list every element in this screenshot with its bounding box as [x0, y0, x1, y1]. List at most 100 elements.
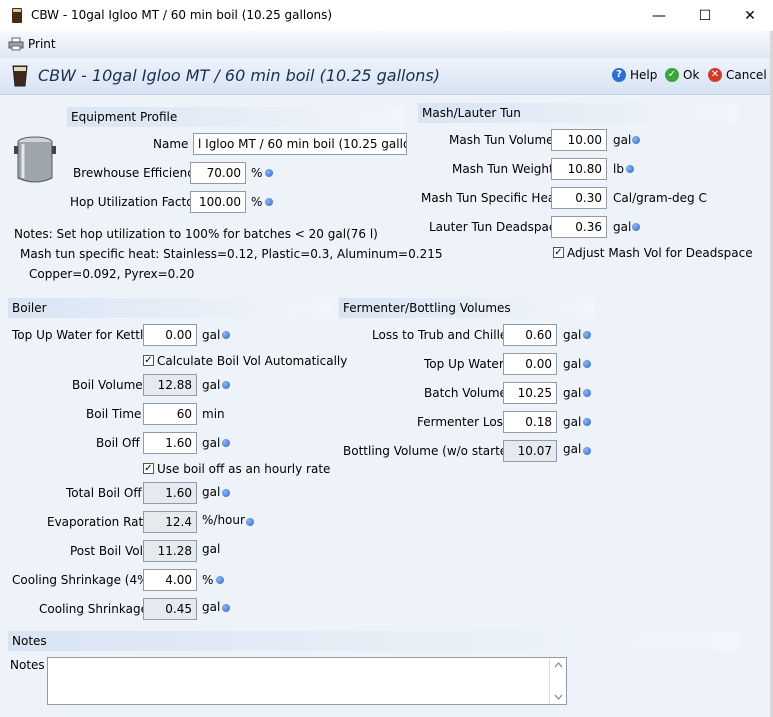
mash-tun-heat-label: Mash Tun Specific Heat [421, 191, 560, 205]
mash-tun-weight-label: Mash Tun Weight [452, 162, 554, 176]
evaporation-rate-input[interactable]: 12.4 [143, 511, 197, 533]
calc-boil-vol-checkbox[interactable]: ✓ [143, 355, 154, 366]
bottling-info-icon[interactable] [583, 447, 591, 455]
dialog-title: CBW - 10gal Igloo MT / 60 min boil (10.2… [38, 66, 441, 85]
help-button[interactable]: ? Help [612, 68, 657, 82]
mash-tun-volume-label: Mash Tun Volume [449, 133, 554, 147]
cancel-button[interactable]: ✕ Cancel [708, 68, 767, 82]
notes-heat-text: Mash tun specific heat: Stainless=0.12, … [20, 247, 443, 261]
beer-glass-icon [12, 8, 22, 23]
boil-volume-input[interactable]: 12.88 [143, 374, 197, 396]
cooling-shrinkage-label: Cooling Shrinkage [39, 602, 148, 616]
trub-info-icon[interactable] [583, 331, 591, 339]
evaporation-rate-unit: %/hour [202, 513, 245, 527]
topup-kettle-label: Top Up Water for Kettle [12, 328, 151, 342]
notes-header: Notes [8, 631, 740, 651]
mash-tun-heat-unit: Cal/gram-deg C [613, 191, 707, 205]
mash-tun-weight-input[interactable]: 10.80 [551, 158, 607, 180]
efficiency-info-icon[interactable] [265, 169, 273, 177]
close-button[interactable]: ✕ [727, 5, 773, 27]
lauter-deadspace-label: Lauter Tun Deadspace [429, 220, 563, 234]
post-boil-vol-unit: gal [202, 542, 221, 556]
notes-textarea[interactable] [47, 657, 567, 705]
trub-loss-input[interactable]: 0.60 [503, 324, 557, 346]
bottling-volume-input[interactable]: 10.07 [503, 440, 557, 462]
cooling-pct-info-icon[interactable] [216, 576, 224, 584]
cooling-shrinkage-pct-input[interactable]: 4.00 [143, 569, 197, 591]
fermenter-topup-info-icon[interactable] [583, 360, 591, 368]
fermenter-topup-label: Top Up Water [424, 357, 504, 371]
printer-icon [8, 37, 24, 51]
help-icon: ? [612, 68, 626, 82]
topup-kettle-info-icon[interactable] [222, 331, 230, 339]
total-boil-off-label: Total Boil Off [66, 486, 142, 500]
cancel-label: Cancel [726, 68, 767, 82]
hourly-rate-label: Use boil off as an hourly rate [157, 462, 331, 476]
bottling-volume-label: Bottling Volume (w/o starter) [343, 444, 517, 458]
mash-tun-heat-input[interactable]: 0.30 [551, 187, 607, 209]
boil-volume-info-icon[interactable] [222, 381, 230, 389]
total-boil-off-input[interactable]: 1.60 [143, 482, 197, 504]
cooling-shrinkage-input[interactable]: 0.45 [143, 598, 197, 620]
batch-info-icon[interactable] [583, 389, 591, 397]
name-label: Name [153, 137, 189, 151]
cooling-info-icon[interactable] [222, 604, 230, 612]
scroll-arrows-icon [554, 662, 563, 700]
deadspace-info-icon[interactable] [632, 223, 640, 231]
batch-volume-label: Batch Volume [424, 386, 507, 400]
batch-volume-input[interactable]: 10.25 [503, 382, 557, 404]
boil-off-info-icon[interactable] [222, 439, 230, 447]
fermenter-topup-input[interactable]: 0.00 [503, 353, 557, 375]
check-icon: ✓ [665, 68, 679, 82]
topup-kettle-unit: gal [202, 328, 221, 342]
lauter-deadspace-input[interactable]: 0.36 [551, 216, 607, 238]
fermenter-loss-info-icon[interactable] [583, 418, 591, 426]
hourly-rate-checkbox[interactable]: ✓ [143, 463, 154, 474]
notes-heat-text-2: Copper=0.092, Pyrex=0.20 [29, 267, 195, 281]
maximize-button[interactable]: ☐ [682, 5, 728, 27]
print-label: Print [28, 37, 56, 51]
boil-time-input[interactable]: 60 [143, 403, 197, 425]
trub-loss-unit: gal [563, 328, 582, 342]
post-boil-vol-input[interactable]: 11.28 [143, 540, 197, 562]
beer-glass-icon [12, 65, 28, 87]
help-label: Help [630, 68, 658, 82]
mash-tun-volume-input[interactable]: 10.00 [551, 129, 607, 151]
calc-boil-vol-label: Calculate Boil Vol Automatically [157, 354, 348, 368]
adjust-mash-vol-checkbox[interactable]: ✓ [553, 247, 564, 258]
minimize-button[interactable]: — [636, 5, 682, 27]
total-boil-off-info-icon[interactable] [222, 489, 230, 497]
boil-volume-unit: gal [202, 378, 221, 392]
name-input[interactable]: l Igloo MT / 60 min boil (10.25 gallons) [193, 133, 407, 155]
dialog-header: CBW - 10gal Igloo MT / 60 min boil (10.2… [0, 58, 773, 95]
mash-volume-info-icon[interactable] [632, 136, 640, 144]
trub-loss-label: Loss to Trub and Chiller [372, 328, 513, 342]
boil-off-input[interactable]: 1.60 [143, 432, 197, 454]
window-title: CBW - 10gal Igloo MT / 60 min boil (10.2… [31, 8, 333, 22]
topup-kettle-input[interactable]: 0.00 [143, 324, 197, 346]
boil-time-unit: min [202, 407, 225, 421]
notes-scrollbar[interactable] [549, 658, 567, 704]
boil-volume-label: Boil Volume [72, 378, 143, 392]
notes-label: Notes [10, 658, 45, 672]
brewhouse-efficiency-label: Brewhouse Efficiency [73, 166, 201, 180]
toolbar: Print [0, 31, 773, 59]
fermenter-loss-unit: gal [563, 415, 582, 429]
cooling-shrinkage-pct-unit: % [202, 573, 214, 587]
boil-time-label: Boil Time [86, 407, 142, 421]
hop-utilization-unit: % [251, 195, 263, 209]
evaporation-info-icon[interactable] [246, 518, 254, 526]
ok-button[interactable]: ✓ Ok [665, 68, 699, 82]
hop-utilization-input[interactable]: 100.00 [190, 191, 246, 213]
fermenter-loss-input[interactable]: 0.18 [503, 411, 557, 433]
adjust-mash-vol-label: Adjust Mash Vol for Deadspace [567, 246, 753, 260]
kettle-icon [14, 136, 56, 183]
brewhouse-efficiency-input[interactable]: 70.00 [190, 162, 246, 184]
lauter-deadspace-unit: gal [613, 220, 632, 234]
hop-utilization-label: Hop Utilization Factor [70, 195, 199, 209]
bottling-volume-unit: gal [563, 442, 582, 456]
hop-info-icon[interactable] [265, 198, 273, 206]
print-button[interactable]: Print [8, 37, 56, 51]
notes-hop-text: Notes: Set hop utilization to 100% for b… [14, 227, 378, 241]
mash-weight-info-icon[interactable] [626, 165, 634, 173]
